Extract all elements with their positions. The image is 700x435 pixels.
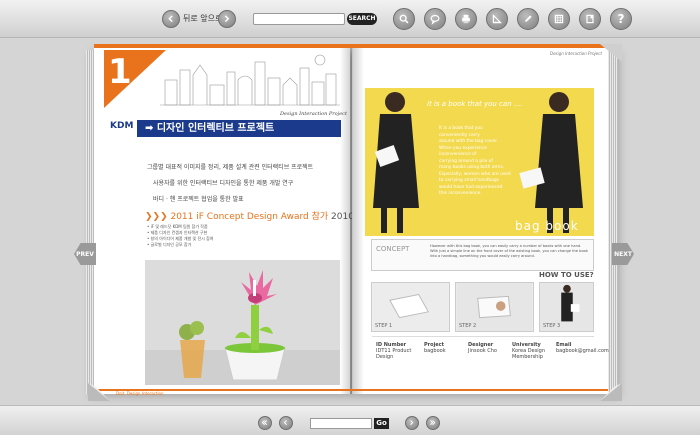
- print-button[interactable]: [455, 8, 477, 30]
- list-item: • 글로벌 디자인 공모 참가: [147, 242, 192, 247]
- book-spine: [340, 44, 364, 394]
- area-button[interactable]: [486, 8, 508, 30]
- credit-university: University Korea Design Membership: [512, 342, 552, 360]
- chevron-right-icon: [410, 420, 414, 426]
- section-title: ➡ 디자인 인터렉티브 프로젝트: [137, 120, 341, 137]
- step-label: STEP 2: [459, 323, 477, 329]
- flower-pot-photo: [145, 260, 340, 385]
- top-accent-line: [94, 44, 608, 48]
- credit-value: bagbook@gmail.com: [556, 348, 609, 354]
- search-button[interactable]: SEARCH: [347, 13, 377, 25]
- page-number-input[interactable]: [310, 418, 372, 429]
- left-footer: Doit. Design Interaction: [116, 391, 164, 396]
- prev-button[interactable]: PREV: [74, 243, 96, 265]
- step-label: STEP 1: [375, 323, 393, 329]
- speech-bubble-icon: [430, 14, 440, 25]
- comment-button[interactable]: [424, 8, 446, 30]
- concept-text: However with this bag book, you can easi…: [430, 244, 588, 258]
- step-2-image: STEP 2: [455, 282, 534, 332]
- search-input[interactable]: [253, 13, 345, 25]
- credit-designer: Designer Jinsook Cho: [468, 342, 508, 354]
- concept-label: CONCEPT: [376, 245, 410, 253]
- help-button[interactable]: ?: [610, 8, 632, 30]
- nav-label: 뒤로 앞으로: [183, 14, 223, 23]
- printer-icon: [462, 14, 470, 24]
- step-label: STEP 3: [543, 323, 561, 329]
- step-1-image: STEP 1: [371, 282, 450, 332]
- zoom-button[interactable]: [393, 8, 415, 30]
- description-line: this inconvenience.: [439, 191, 482, 196]
- bottom-accent-line: [94, 389, 608, 391]
- bookmark-button[interactable]: [579, 8, 601, 30]
- last-page-button[interactable]: [426, 416, 440, 430]
- memo-button[interactable]: [517, 8, 539, 30]
- page-curl-left[interactable]: [88, 383, 110, 401]
- award-details: • iF 및 레드닷 KDM 팀원 참가 작품 • 제품 디자인 컨셉과 인터랙…: [147, 224, 337, 248]
- pencil-icon: [525, 15, 532, 22]
- credit-value: Jinsook Cho: [468, 348, 497, 354]
- next-button[interactable]: NEXT: [612, 243, 634, 265]
- chapter-number: 1: [108, 52, 132, 92]
- arrow-left-icon: [168, 15, 173, 23]
- bullet-list: 그룹별 대표적 이미지를 정리, 제품 설계 관련 인터랙티브 프로젝트 사용자…: [147, 162, 337, 203]
- description-block: It is a book that you conveniently carry…: [439, 126, 519, 198]
- arrow-right-icon: [225, 15, 230, 23]
- page-curl-right[interactable]: [600, 383, 622, 401]
- credit-value: bagbook: [424, 348, 446, 354]
- credit-value: Korea Design Membership: [512, 348, 546, 360]
- double-chevron-right-icon: [430, 420, 436, 426]
- forward-button[interactable]: [218, 10, 236, 28]
- previous-page-button[interactable]: [279, 416, 293, 430]
- credit-project: Project bagbook: [424, 342, 464, 354]
- go-button[interactable]: Go: [374, 418, 389, 429]
- ruler-icon: [492, 13, 503, 24]
- tagline: it is a book that you can ....: [427, 100, 523, 108]
- city-sketch-illustration: [160, 54, 340, 106]
- brand-logo-text: KDM: [110, 121, 134, 131]
- credit-id: ID Number IDT11 Product Design: [376, 342, 416, 360]
- credit-email: Email bagbook@gmail.com: [556, 342, 609, 354]
- chevron-left-icon: [284, 420, 288, 426]
- concept-box: CONCEPT However with this bag book, you …: [371, 239, 594, 271]
- award-title: 2011 iF Concept Design Award 참가: [170, 212, 329, 222]
- list-item: 바디 · 핸 프로젝트 협업을 통한 발표: [153, 196, 244, 203]
- right-page-header: Design Interaction Project: [550, 51, 602, 56]
- first-page-button[interactable]: [258, 416, 272, 430]
- step-3-image: STEP 3: [539, 282, 594, 332]
- back-button[interactable]: [162, 10, 180, 28]
- how-to-use-label: HOW TO USE?: [539, 271, 594, 279]
- product-name: bag book: [515, 219, 579, 233]
- list-item: 그룹별 대표적 이미지를 정리, 제품 설계 관련 인터랙티브 프로젝트: [147, 164, 314, 171]
- grid-icon: [554, 14, 564, 24]
- thumbnail-button[interactable]: [548, 8, 570, 30]
- flower-pot-illustration: [145, 260, 340, 385]
- bag-book-photo: it is a book that you can .... It is a b…: [365, 88, 594, 236]
- bookmark-icon: [586, 14, 594, 24]
- question-icon: ?: [617, 12, 625, 26]
- left-page-subtitle: Design Interaction Project: [280, 111, 347, 117]
- next-page-button[interactable]: [405, 416, 419, 430]
- magnifier-icon: [399, 14, 409, 24]
- credit-value: IDT11 Product Design: [376, 348, 412, 360]
- list-item: 사용자를 위한 인터랙티브 디자인을 통한 제품 개발 연구: [153, 180, 294, 187]
- page-curl-top-right[interactable]: [600, 44, 622, 62]
- double-chevron-left-icon: [262, 420, 268, 426]
